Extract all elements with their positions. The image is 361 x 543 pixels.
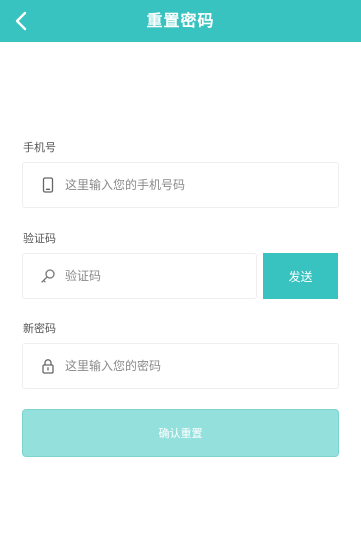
chevron-left-icon xyxy=(14,11,28,31)
password-label: 新密码 xyxy=(23,322,56,335)
lock-icon xyxy=(40,358,56,374)
back-button[interactable] xyxy=(4,4,38,38)
code-field[interactable] xyxy=(22,253,257,299)
send-code-button[interactable]: 发送 xyxy=(263,253,338,299)
phone-label: 手机号 xyxy=(23,141,56,154)
code-label: 验证码 xyxy=(23,232,56,245)
phone-input[interactable] xyxy=(65,163,328,207)
reset-password-screen: 重置密码 手机号 验证码 发送 xyxy=(0,0,361,543)
phone-field[interactable] xyxy=(22,162,339,208)
code-input[interactable] xyxy=(65,254,246,298)
password-field[interactable] xyxy=(22,343,339,389)
confirm-reset-button[interactable]: 确认重置 xyxy=(22,409,339,457)
key-icon xyxy=(40,268,56,284)
phone-icon xyxy=(40,177,56,193)
top-bar: 重置密码 xyxy=(0,0,361,42)
page-title: 重置密码 xyxy=(146,11,215,30)
password-input[interactable] xyxy=(65,344,328,388)
